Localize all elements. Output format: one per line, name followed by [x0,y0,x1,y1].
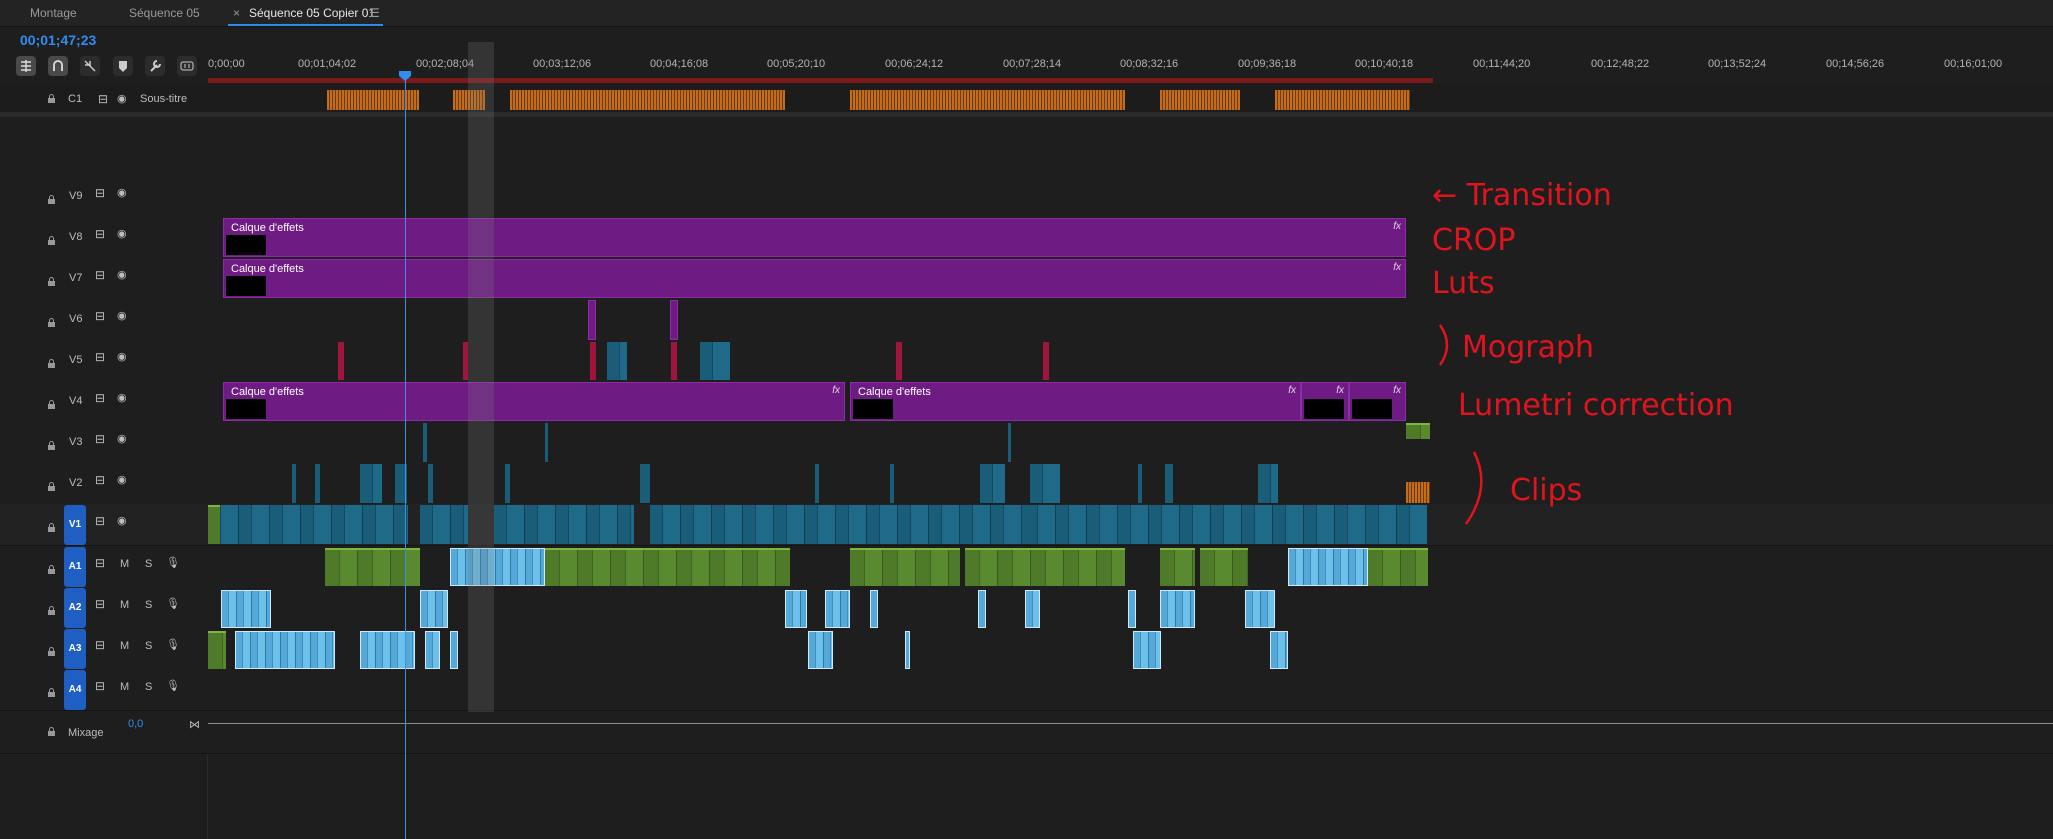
annotation-clips: Clips [1510,473,1582,508]
annotation-mograph: Mograph [1462,330,1594,365]
annotation-crop: CROP [1432,223,1516,258]
annotation-transition: ← Transition [1432,178,1612,213]
annotation-bracket [1464,451,1483,525]
annotation-lumetri-correction: Lumetri correction [1458,388,1734,423]
annotation-luts: Luts [1432,266,1495,301]
annotation-overlay: ← Transition CROP Luts Mograph Lumetri c… [1432,178,1734,525]
annotation-bracket [1438,324,1449,366]
timeline-panel: Montage Séquence 05 × Séquence 05 Copier… [0,0,2053,839]
